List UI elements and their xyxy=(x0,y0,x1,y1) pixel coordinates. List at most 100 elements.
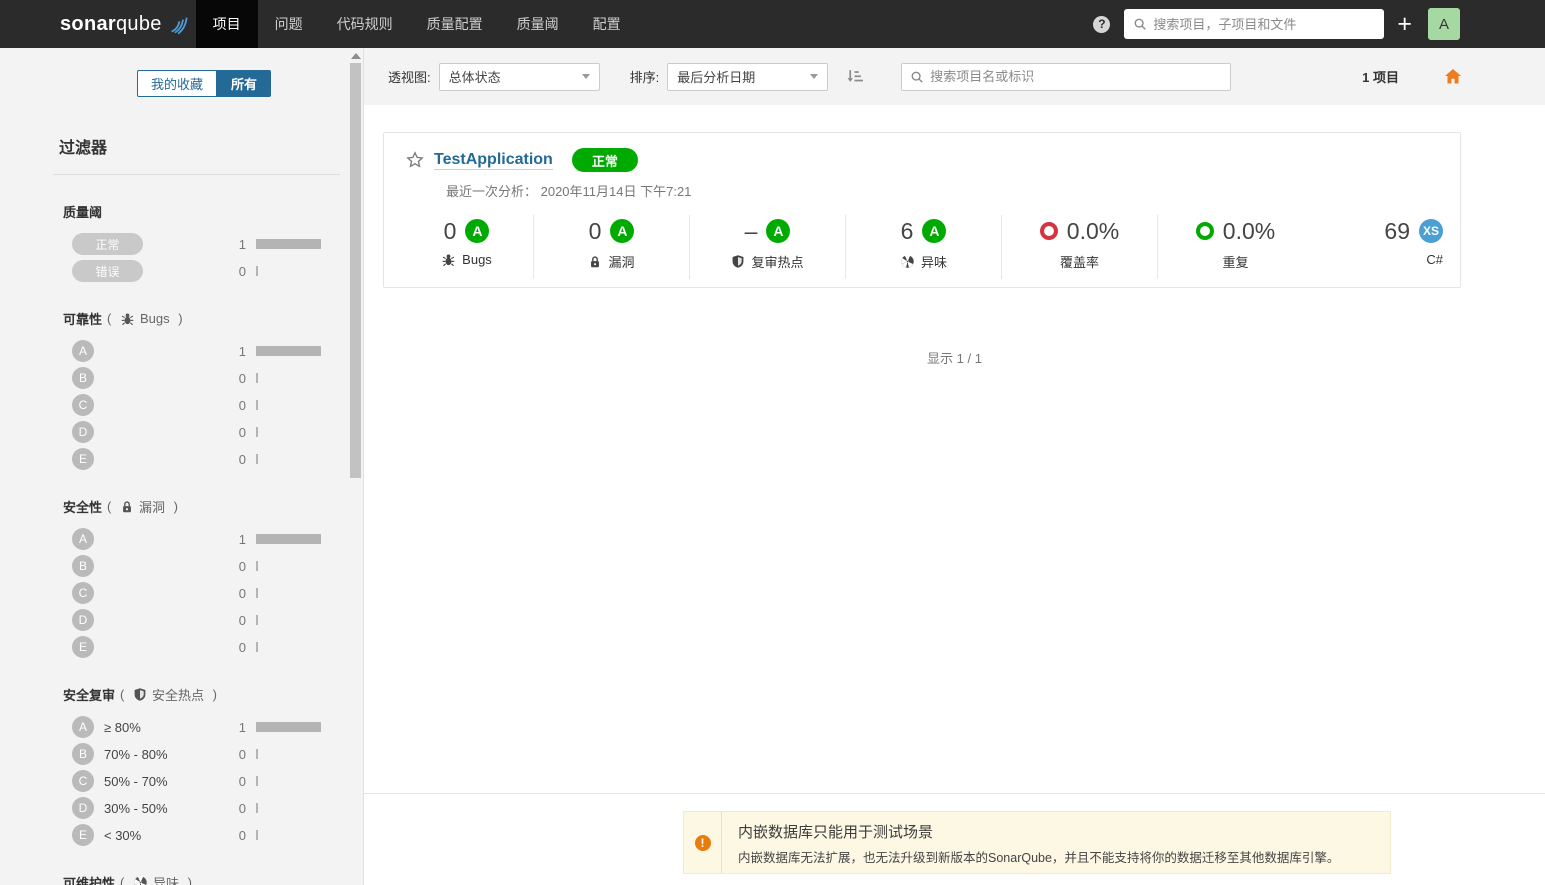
metric-value: 0.0% xyxy=(1066,217,1120,244)
codesmell-icon xyxy=(901,255,914,268)
facet-option[interactable]: B0 xyxy=(63,555,321,577)
facet-option[interactable]: A1 xyxy=(63,340,321,362)
project-name-link[interactable]: TestApplication xyxy=(434,151,553,170)
facet-bar xyxy=(256,427,321,437)
rating-letter-badge: D xyxy=(72,609,94,631)
sonarqube-waves-icon xyxy=(171,16,188,34)
chevron-down-icon xyxy=(581,74,590,79)
rating-badge[interactable]: A xyxy=(465,219,490,243)
facet-count: 1 xyxy=(238,236,246,252)
gate-status-pill: 错误 xyxy=(72,260,143,282)
facet-icon-label: 漏洞 xyxy=(138,500,165,515)
sort-direction-icon[interactable] xyxy=(846,68,864,85)
facet-bar xyxy=(256,346,321,356)
embedded-db-warning: ! 内嵌数据库只能用于测试场景 内嵌数据库无法扩展，也无法升级到新版本的Sona… xyxy=(683,811,1391,874)
rating-badge[interactable]: A xyxy=(766,219,791,243)
rating-letter-badge: E xyxy=(72,824,94,846)
home-icon[interactable] xyxy=(1445,69,1461,84)
rating-range-label: 50% - 70% xyxy=(104,773,168,789)
facet-bar xyxy=(256,722,321,732)
my-favorites-button[interactable]: 我的收藏 xyxy=(137,70,218,97)
global-search-input[interactable] xyxy=(1153,16,1376,32)
facet-title: 可维护性 ( 异味 ) xyxy=(63,873,321,885)
codesmell-icon xyxy=(134,876,147,885)
nav-item-3[interactable]: 代码规则 xyxy=(320,0,410,48)
facet-bar xyxy=(256,534,321,544)
rating-letter-badge: E xyxy=(72,448,94,470)
plus-icon[interactable]: + xyxy=(1397,11,1412,37)
facet-option[interactable]: A1 xyxy=(63,528,321,550)
chevron-down-icon xyxy=(810,74,819,79)
project-search xyxy=(901,62,1232,91)
scroll-up-icon[interactable] xyxy=(350,53,361,59)
facet-bar xyxy=(256,400,321,410)
sonarqube-logo[interactable]: sonar qube xyxy=(60,13,188,36)
rating-letter-badge: A xyxy=(72,340,94,362)
facet-title: 质量阈 xyxy=(63,202,321,221)
facet-count: 0 xyxy=(238,558,246,574)
facet-option[interactable]: C 50% - 70% 0 xyxy=(63,770,321,792)
scrollbar-thumb[interactable] xyxy=(350,63,361,478)
facet-option[interactable]: C0 xyxy=(63,582,321,604)
sort-select[interactable]: 最后分析日期 xyxy=(667,62,829,91)
facet-option[interactable]: D0 xyxy=(63,421,321,443)
metric-value-row: 69 XS xyxy=(1384,217,1443,245)
facet-count: 0 xyxy=(238,612,246,628)
rating-badge[interactable]: A xyxy=(922,219,947,243)
facet-title-extra: ( 漏洞 ) xyxy=(107,499,178,515)
metric-value-row: 0.0% xyxy=(1195,217,1275,245)
facet-title-extra: ( 异味 ) xyxy=(120,873,192,885)
facet-count: 0 xyxy=(238,263,246,279)
project-search-input[interactable] xyxy=(930,69,1223,84)
facet-option[interactable]: E0 xyxy=(63,636,321,658)
ring-icon xyxy=(1039,222,1058,240)
nav-item-5[interactable]: 质量阈 xyxy=(500,0,576,48)
facet-count: 0 xyxy=(238,639,246,655)
facet-option[interactable]: E < 30% 0 xyxy=(63,824,321,846)
rating-badge[interactable]: A xyxy=(610,219,635,243)
facet-option[interactable]: D 30% - 50% 0 xyxy=(63,797,321,819)
facet-option[interactable]: 错误 0 xyxy=(63,260,321,282)
facet-option[interactable]: B 70% - 80% 0 xyxy=(63,743,321,765)
shield-icon xyxy=(134,688,146,701)
facet-count: 1 xyxy=(238,343,246,359)
logo-text-bold: sonar xyxy=(60,12,116,35)
sort-label: 排序: xyxy=(629,70,660,85)
metric-异味: 6 A 异味 xyxy=(845,215,1001,279)
facet-title-text: 质量阈 xyxy=(63,205,103,220)
facet-title-text: 安全性 xyxy=(63,500,103,515)
favorite-star-icon[interactable] xyxy=(406,151,424,169)
page-footer: ! 内嵌数据库只能用于测试场景 内嵌数据库无法扩展，也无法升级到新版本的Sona… xyxy=(364,793,1545,885)
nav-item-6[interactable]: 配置 xyxy=(576,0,638,48)
main-menu: 项目 问题 代码规则 质量配置 质量阈 配置 xyxy=(195,0,638,48)
facet-option[interactable]: E0 xyxy=(63,448,321,470)
facet-count: 0 xyxy=(238,451,246,467)
nav-item-2[interactable]: 问题 xyxy=(258,0,320,48)
warning-text: 内嵌数据库只能用于测试场景 内嵌数据库无法扩展，也无法升级到新版本的SonarQ… xyxy=(722,812,1355,873)
avatar[interactable]: A xyxy=(1428,8,1460,40)
nav-item-4[interactable]: 质量配置 xyxy=(410,0,500,48)
facet-option[interactable]: A ≥ 80% 1 xyxy=(63,716,321,738)
nav-item-1[interactable]: 项目 xyxy=(195,0,258,48)
perspective-select[interactable]: 总体状态 xyxy=(438,62,600,91)
facet-option[interactable]: C0 xyxy=(63,394,321,416)
facet-bar xyxy=(256,615,321,625)
facet-count: 0 xyxy=(238,585,246,601)
perspective-value: 总体状态 xyxy=(448,70,501,85)
size-badge: XS xyxy=(1419,219,1443,243)
metric-value-row: 6A xyxy=(901,217,947,245)
gate-status-pill: 正常 xyxy=(72,233,143,255)
facet-option[interactable]: 正常 1 xyxy=(63,233,321,255)
rating-letter-badge: D xyxy=(72,797,94,819)
bug-icon xyxy=(121,313,134,326)
all-projects-button[interactable]: 所有 xyxy=(217,70,272,97)
metric-value: 0 xyxy=(443,217,457,244)
facet-option[interactable]: D0 xyxy=(63,609,321,631)
facet-count: 1 xyxy=(238,531,246,547)
metric-label: 重复 xyxy=(1222,252,1248,271)
help-icon[interactable]: ? xyxy=(1093,15,1111,33)
favorites-toggle: 我的收藏 所有 xyxy=(137,70,272,97)
facet-option[interactable]: B0 xyxy=(63,367,321,389)
global-search xyxy=(1124,9,1385,39)
facet-section-5: 可维护性( 异味 )A1 xyxy=(63,873,321,885)
